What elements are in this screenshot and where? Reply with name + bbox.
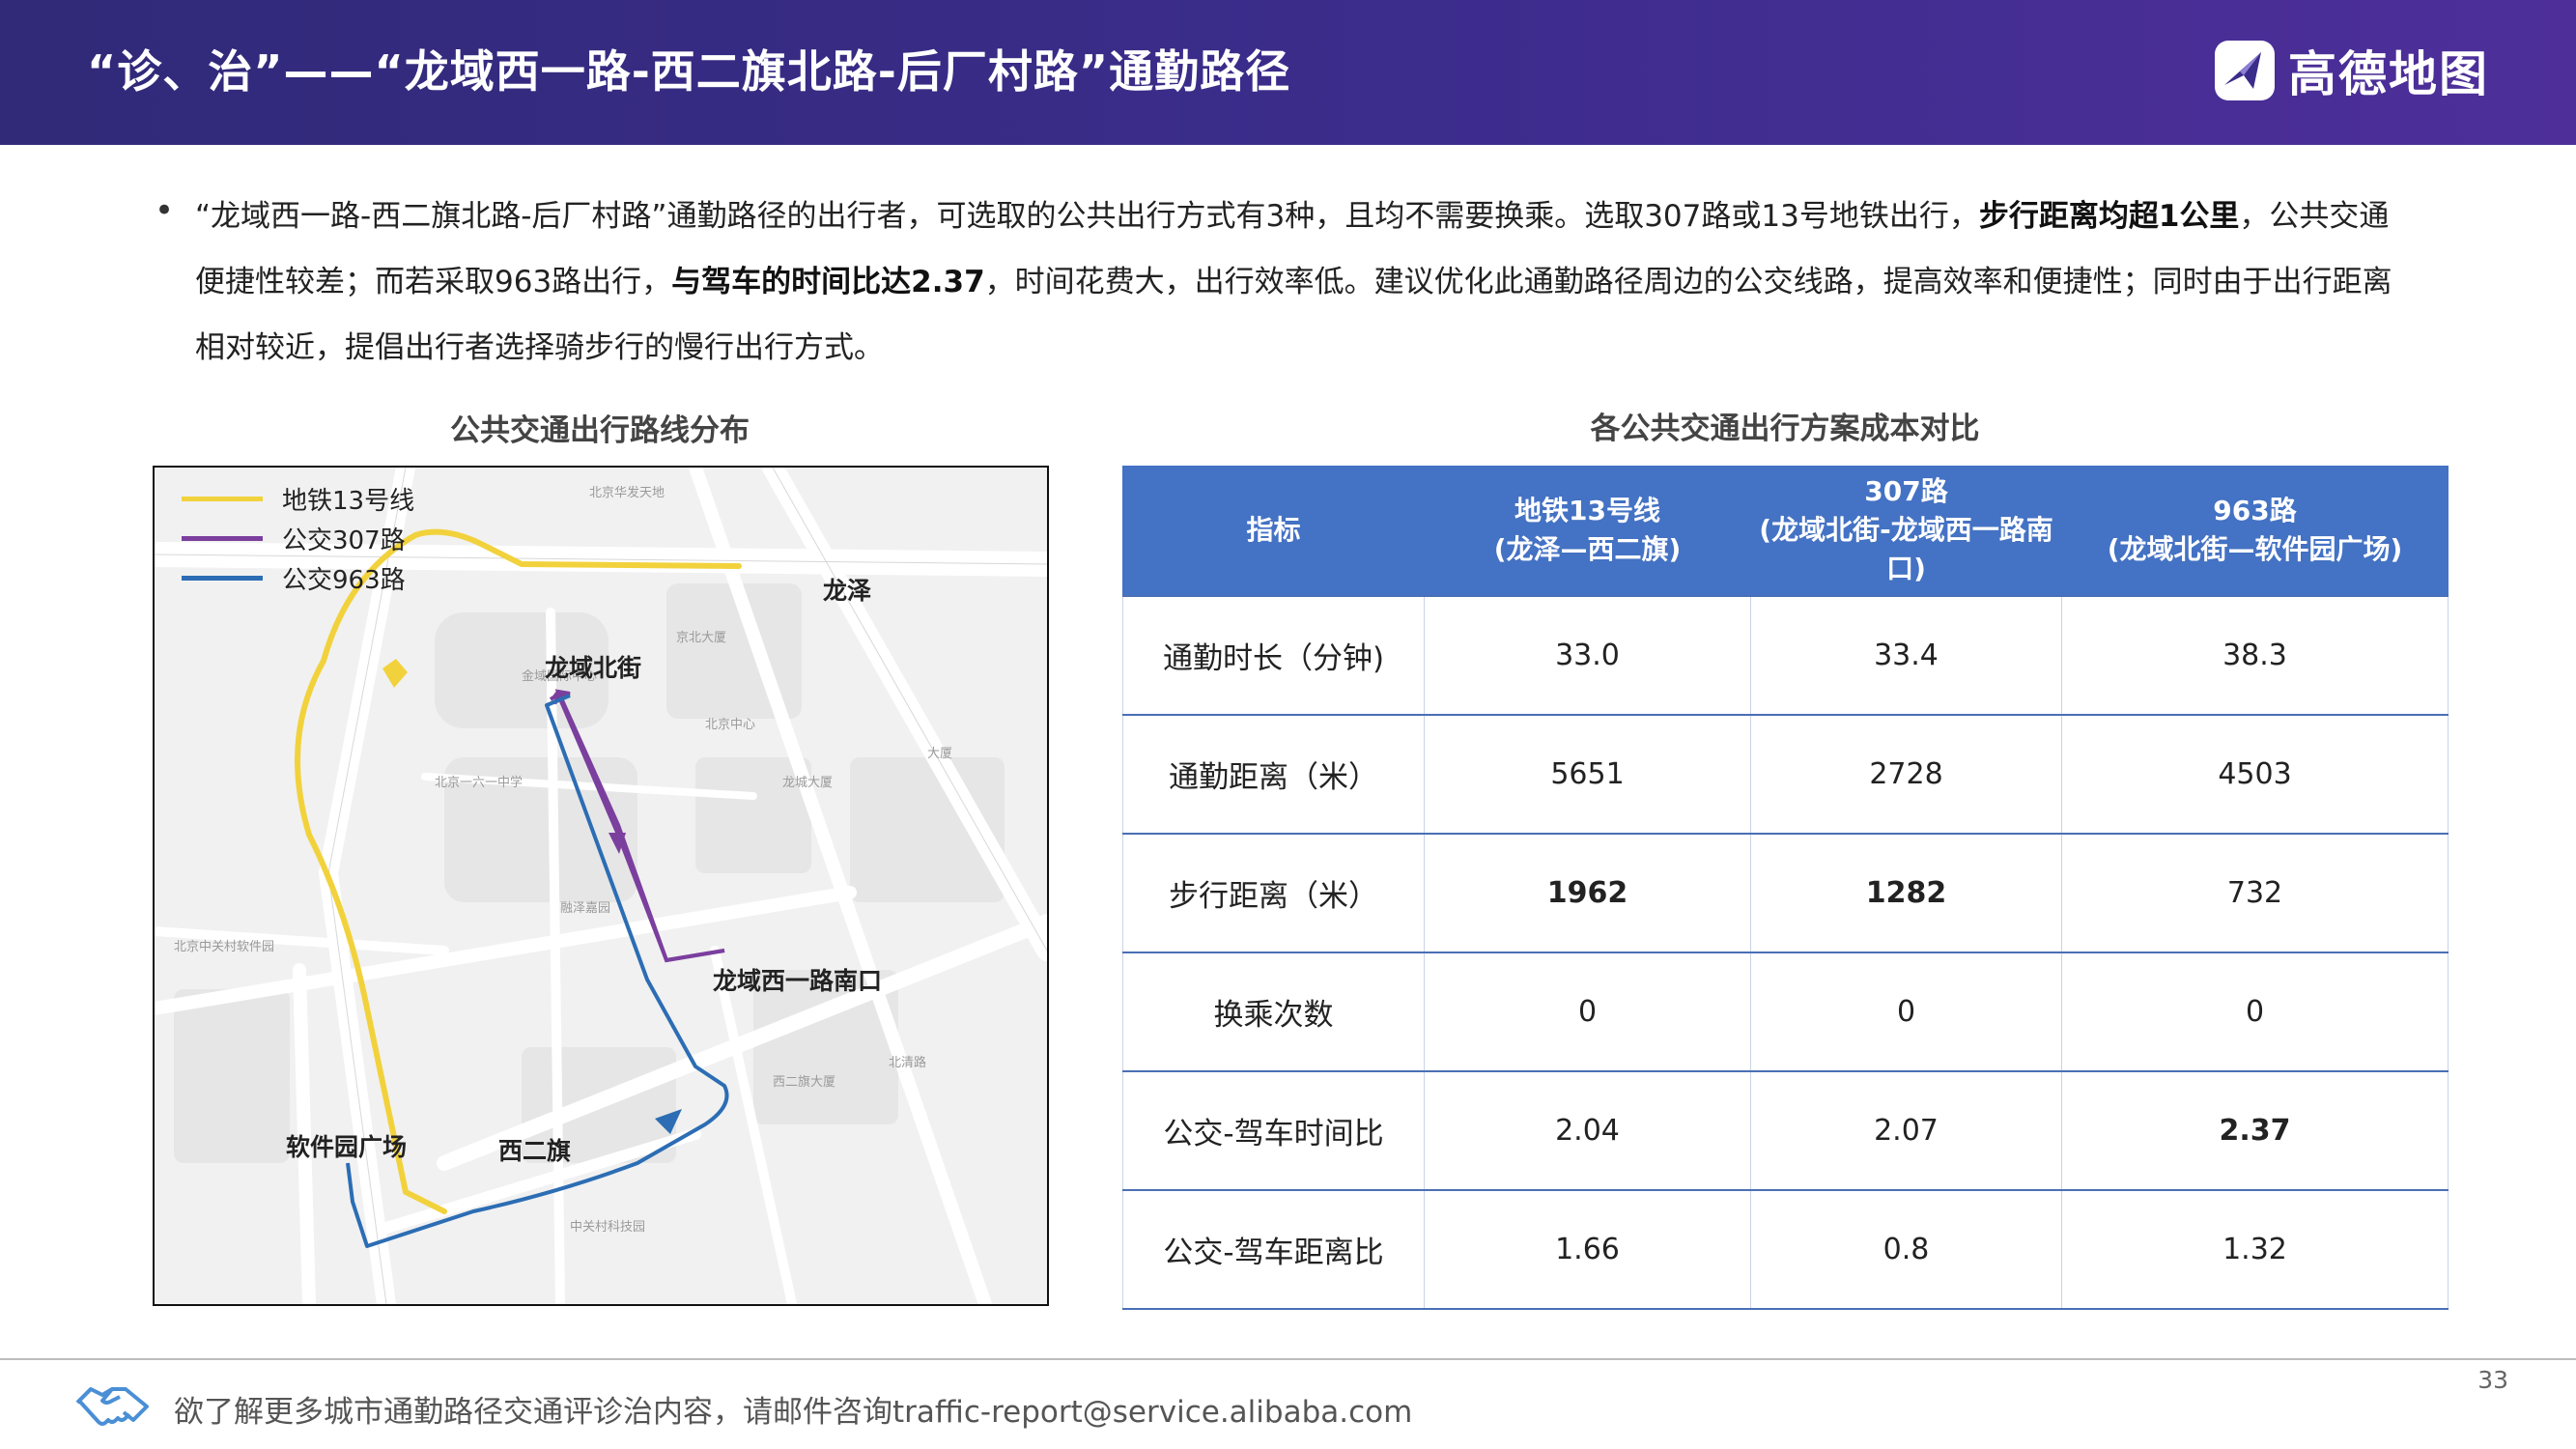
page-number: 33 xyxy=(2477,1366,2508,1394)
cell-metric: 通勤距离（米） xyxy=(1122,714,1425,834)
legend-item-bus963: 公交963路 xyxy=(182,558,414,598)
cell-value-highlight: 2.37 xyxy=(2061,1070,2449,1190)
summary-text: “龙域西一路-西二旗北路-后厂村路”通勤路径的出行者，可选取的公共出行方式有3种… xyxy=(195,199,1979,234)
map-label-ruanjianyuan-guangchang: 软件园广场 xyxy=(286,1133,408,1161)
cell-value: 1.32 xyxy=(2061,1189,2449,1310)
table-row: 步行距离（米） 1962 1282 732 xyxy=(1122,833,2449,952)
svg-text:京北大厦: 京北大厦 xyxy=(676,631,726,645)
legend-swatch-blue xyxy=(182,576,263,581)
cell-value: 33.4 xyxy=(1750,595,2062,715)
cell-value: 2.04 xyxy=(1424,1070,1751,1190)
legend-label: 地铁13号线 xyxy=(282,487,415,516)
svg-text:北京中关村软件园: 北京中关村软件园 xyxy=(174,940,274,954)
svg-text:大厦: 大厦 xyxy=(927,747,952,761)
cell-value: 0 xyxy=(1424,952,1751,1071)
header-metro13: 地铁13号线 (龙泽—西二旗) xyxy=(1424,466,1751,596)
map-title: 公共交通出行路线分布 xyxy=(450,413,750,448)
table-row: 公交-驾车距离比 1.66 0.8 1.32 xyxy=(1122,1189,2449,1310)
svg-text:中关村科技园: 中关村科技园 xyxy=(570,1220,645,1235)
table-row: 换乘次数 0 0 0 xyxy=(1122,952,2449,1071)
map-label-longyu-xiyilu-nankou: 龙域西一路南口 xyxy=(713,967,883,995)
cell-value: 0 xyxy=(1750,952,2062,1071)
table-header-row: 指标 地铁13号线 (龙泽—西二旗) 307路 (龙域北街-龙域西一路南口) 963… xyxy=(1122,466,2449,596)
map-label-xierqi: 西二旗 xyxy=(498,1137,572,1165)
table-title: 各公共交通出行方案成本对比 xyxy=(1590,412,1980,446)
summary-highlight-ratio: 与驾车的时间比达2.37 xyxy=(671,265,985,299)
cell-value: 1.66 xyxy=(1424,1189,1751,1310)
brand-name: 高德地图 xyxy=(2288,46,2489,102)
summary-paragraph: “龙域西一路-西二旗北路-后厂村路”通勤路径的出行者，可选取的公共出行方式有3种… xyxy=(195,184,2417,381)
summary-highlight-walking: 步行距离均超1公里 xyxy=(1978,199,2240,234)
table-row: 通勤时长（分钟) 33.0 33.4 38.3 xyxy=(1122,595,2449,715)
cell-metric: 公交-驾车时间比 xyxy=(1122,1070,1425,1190)
cell-value-highlight: 1962 xyxy=(1424,833,1751,952)
header-bar: “诊、治”——“龙域西一路-西二旗北路-后厂村路”通勤路径 高德地图 xyxy=(0,0,2576,145)
cell-value: 4503 xyxy=(2061,714,2449,834)
header-bus963: 963路 (龙域北街—软件园广场) xyxy=(2061,466,2449,596)
route-map: 北京华发天地 京北大厦 金域国际中心 北京中心 龙城大厦 北京一六一中学 融泽嘉… xyxy=(153,466,1049,1306)
legend-item-metro13: 地铁13号线 xyxy=(182,479,414,519)
cell-value: 2728 xyxy=(1750,714,2062,834)
footer-divider xyxy=(0,1358,2576,1360)
svg-text:北京中心: 北京中心 xyxy=(705,718,755,732)
legend-label: 公交307路 xyxy=(282,526,406,555)
legend-swatch-yellow xyxy=(182,497,263,501)
svg-text:西二旗大厦: 西二旗大厦 xyxy=(773,1074,835,1090)
legend-item-bus307: 公交307路 xyxy=(182,519,414,558)
cell-metric: 公交-驾车距离比 xyxy=(1122,1189,1425,1310)
legend-swatch-purple xyxy=(182,536,263,541)
table-row: 通勤距离（米） 5651 2728 4503 xyxy=(1122,714,2449,834)
footer-contact-text: 欲了解更多城市通勤路径交通评诊治内容，请邮件咨询traffic-report@s… xyxy=(174,1395,1413,1430)
map-legend: 地铁13号线 公交307路 公交963路 xyxy=(182,479,414,598)
map-label-longyu-beijie: 龙域北街 xyxy=(545,654,642,682)
svg-text:北京一六一中学: 北京一六一中学 xyxy=(435,775,523,790)
svg-text:融泽嘉园: 融泽嘉园 xyxy=(560,901,610,916)
map-label-longze: 龙泽 xyxy=(823,577,872,605)
gaode-logo-icon xyxy=(2215,41,2275,100)
table-row: 公交-驾车时间比 2.04 2.07 2.37 xyxy=(1122,1070,2449,1190)
svg-text:北京华发天地: 北京华发天地 xyxy=(589,485,665,500)
svg-text:北清路: 北清路 xyxy=(889,1055,926,1070)
handshake-icon xyxy=(73,1374,151,1439)
cell-value: 0.8 xyxy=(1750,1189,2062,1310)
header-metric: 指标 xyxy=(1122,466,1425,596)
brand-logo: 高德地图 xyxy=(2211,35,2489,106)
cell-value: 38.3 xyxy=(2061,595,2449,715)
legend-label: 公交963路 xyxy=(282,566,406,595)
cell-metric: 换乘次数 xyxy=(1122,952,1425,1071)
cell-value: 0 xyxy=(2061,952,2449,1071)
header-bus307: 307路 (龙域北街-龙域西一路南口) xyxy=(1750,466,2062,596)
page-title: “诊、治”——“龙域西一路-西二旗北路-后厂村路”通勤路径 xyxy=(87,45,1291,98)
cell-value: 732 xyxy=(2061,833,2449,952)
bullet-point: • xyxy=(155,191,175,230)
cost-comparison-table: 指标 地铁13号线 (龙泽—西二旗) 307路 (龙域北街-龙域西一路南口) 963… xyxy=(1122,466,2449,1310)
cell-metric: 步行距离（米） xyxy=(1122,833,1425,952)
cell-value-highlight: 1282 xyxy=(1750,833,2062,952)
cell-value: 2.07 xyxy=(1750,1070,2062,1190)
cell-value: 5651 xyxy=(1424,714,1751,834)
cell-value: 33.0 xyxy=(1424,595,1751,715)
svg-text:龙城大厦: 龙城大厦 xyxy=(782,776,833,790)
cell-metric: 通勤时长（分钟) xyxy=(1122,595,1425,715)
